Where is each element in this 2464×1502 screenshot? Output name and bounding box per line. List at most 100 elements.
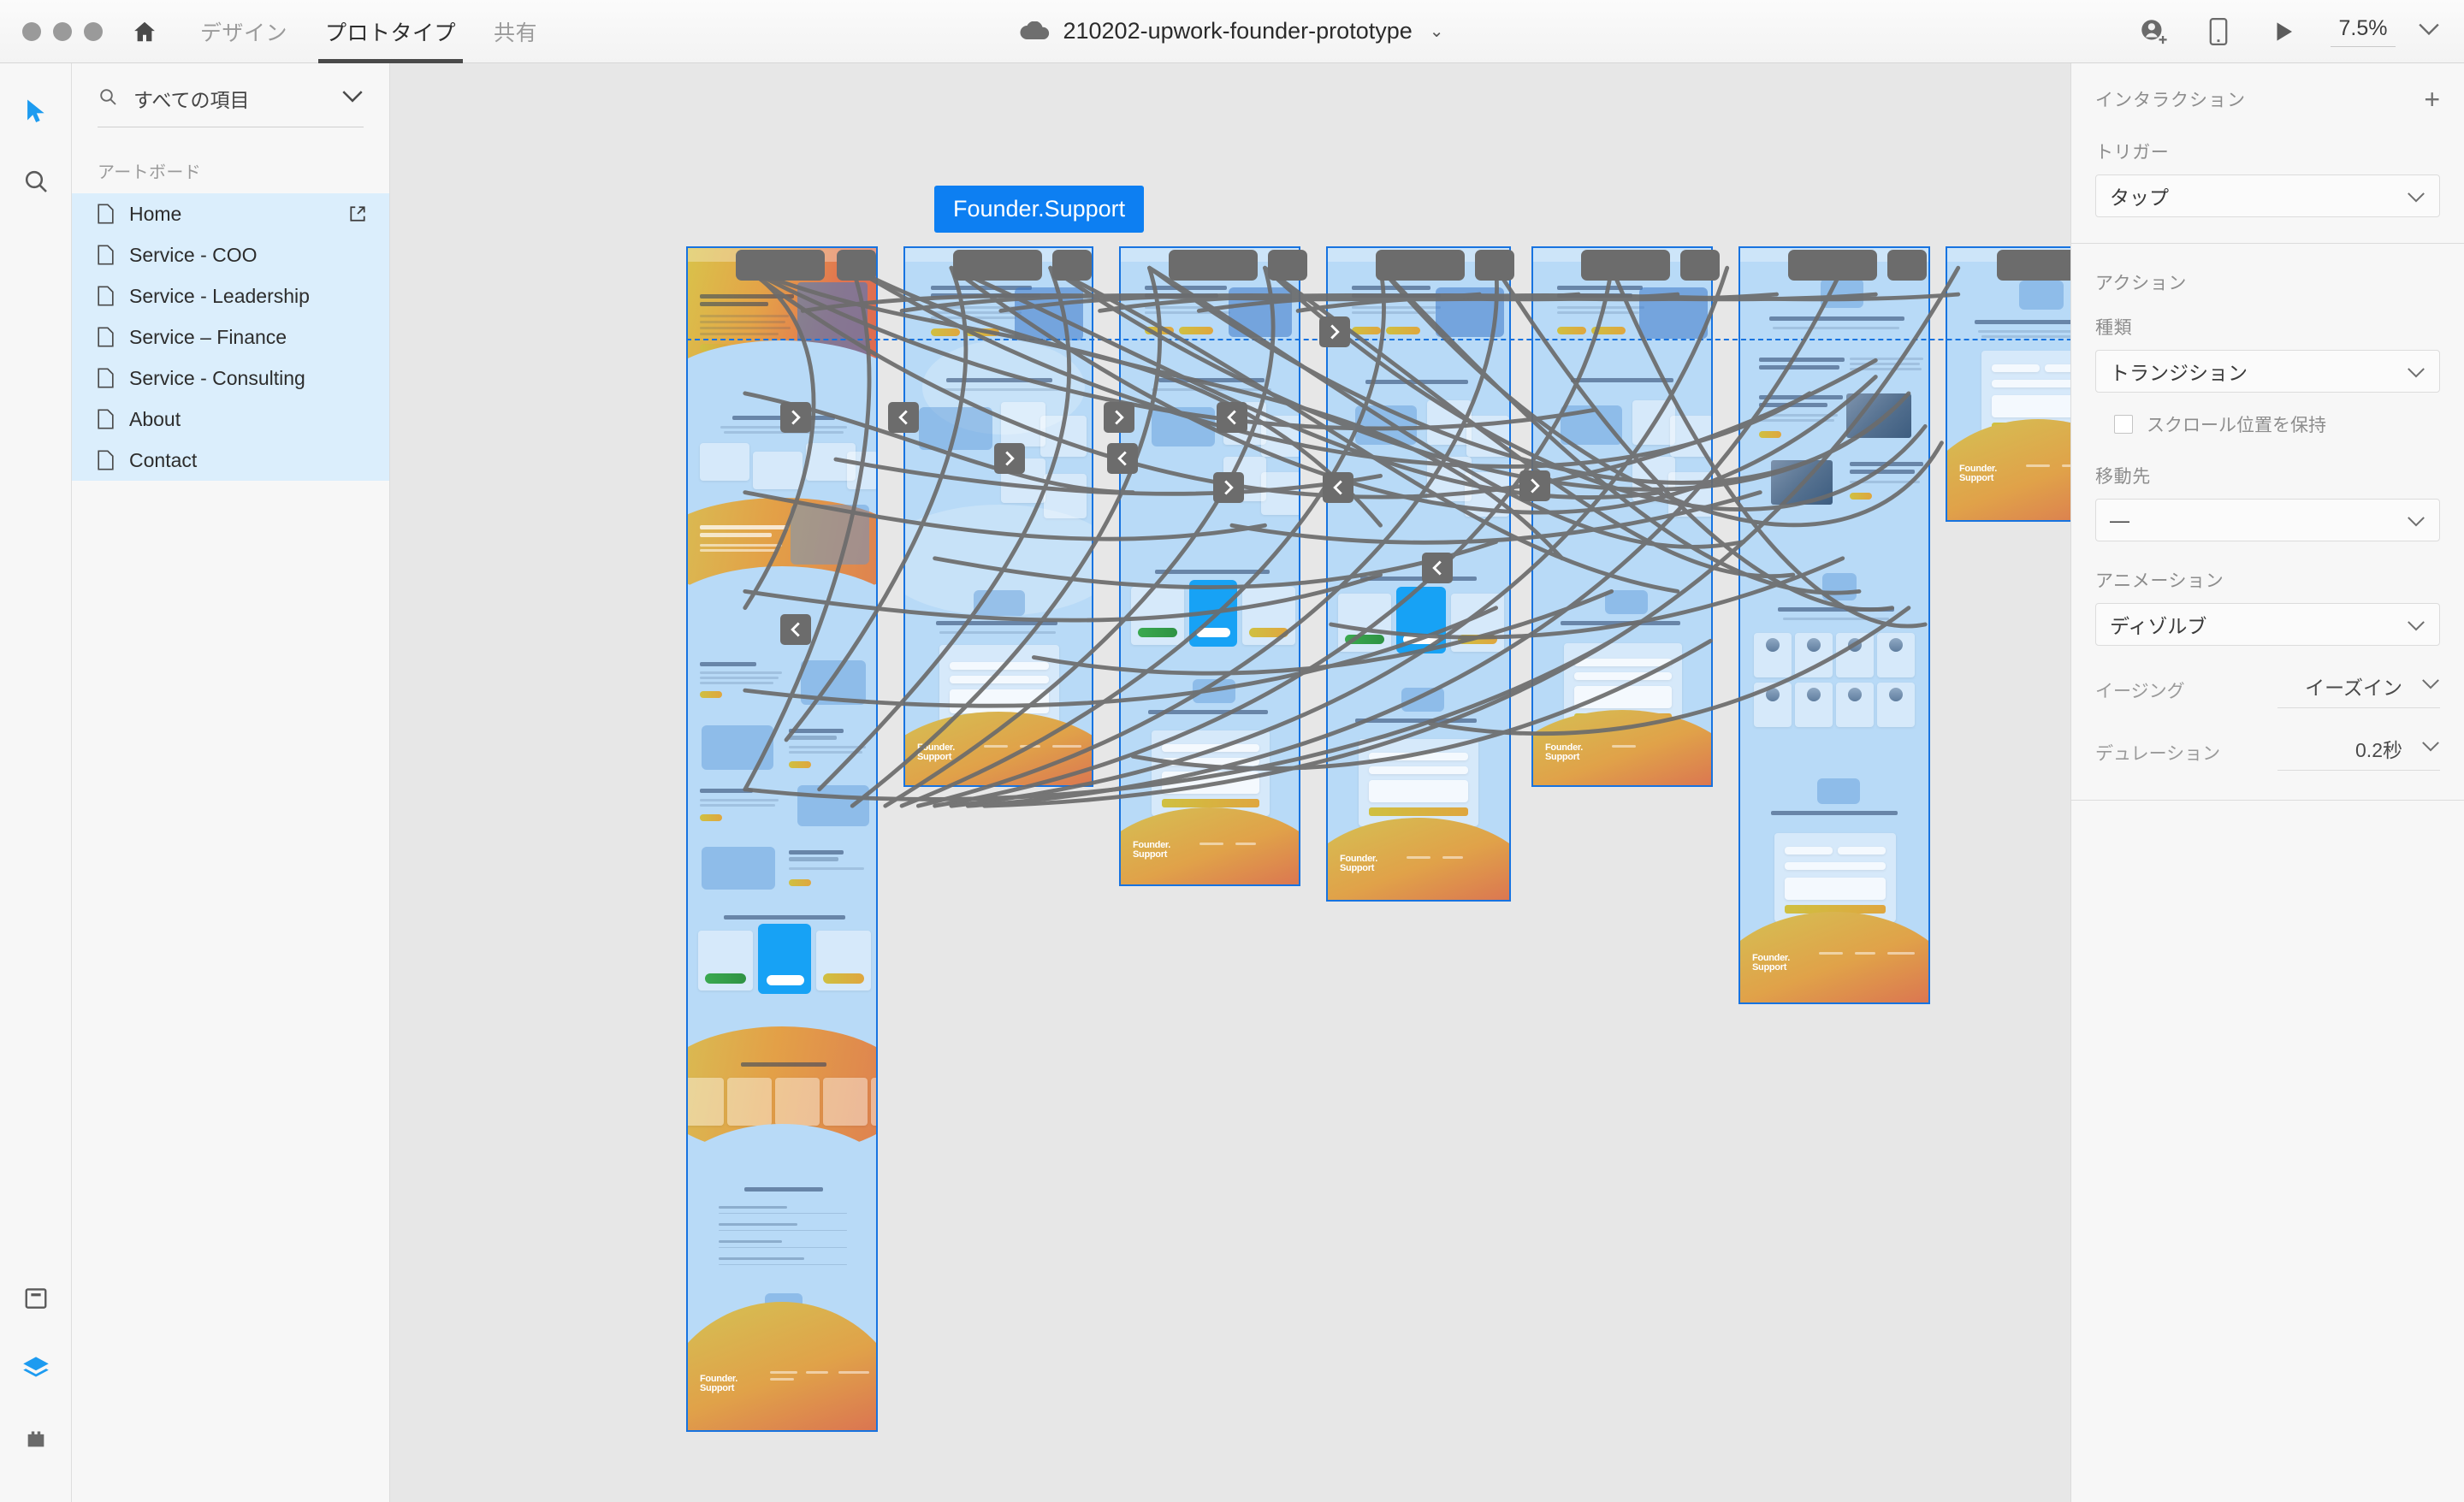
form-input[interactable]	[950, 662, 1049, 670]
info-card[interactable]	[1632, 400, 1675, 445]
pricing-cta-premium[interactable]	[1458, 635, 1497, 644]
design-canvas[interactable]: Founder.Support Founder. Support Founder…	[390, 63, 2070, 1502]
cta-1[interactable]	[1145, 327, 1174, 334]
info-card[interactable]	[1668, 472, 1711, 517]
service-card[interactable]	[753, 452, 803, 489]
wire-handle[interactable]	[1581, 250, 1670, 281]
wire-arrow-handle[interactable]	[1217, 402, 1247, 433]
testimonial-card[interactable]	[871, 1078, 876, 1126]
cta-2[interactable]	[1591, 327, 1626, 334]
form-textarea[interactable]	[1785, 878, 1886, 900]
document-title-group[interactable]: 210202-upwork-founder-prototype ⌄	[1020, 18, 1444, 44]
form-input[interactable]	[1992, 364, 2040, 372]
easing-row[interactable]: イージング イーズイン	[2071, 671, 2464, 708]
cta-2[interactable]	[1386, 327, 1420, 334]
artboard-service-finance[interactable]: Founder. Support	[1326, 246, 1511, 902]
artboard-list-item-service-finance[interactable]: Service – Finance	[72, 316, 389, 358]
type-select[interactable]: トランジション	[2095, 350, 2440, 393]
destination-select[interactable]: —	[2095, 499, 2440, 541]
info-card[interactable]	[1465, 472, 1509, 517]
form-input[interactable]	[1574, 672, 1672, 680]
artboard-list-item-contact[interactable]: Contact	[72, 440, 389, 481]
wire-handle[interactable]	[953, 250, 1042, 281]
form-textarea[interactable]	[950, 689, 1049, 713]
tab-prototype[interactable]: プロトタイプ	[306, 0, 475, 63]
artboard-list-item-home[interactable]: Home	[72, 193, 389, 234]
wire-handle[interactable]	[1268, 250, 1307, 281]
solutions-cta-b[interactable]	[1850, 493, 1872, 500]
zoom-tool-icon[interactable]	[12, 157, 60, 205]
pricing-cta-basic[interactable]	[1138, 628, 1177, 637]
testimonial-card[interactable]	[688, 1078, 724, 1126]
testimonial-card[interactable]	[823, 1078, 868, 1126]
form-submit-button[interactable]	[1369, 807, 1468, 816]
minimize-window-button[interactable]	[53, 21, 72, 41]
info-card[interactable]	[1261, 416, 1299, 457]
chevron-down-icon[interactable]	[2418, 22, 2440, 40]
info-card[interactable]	[1670, 416, 1711, 457]
maximize-window-button[interactable]	[84, 21, 103, 41]
info-card[interactable]	[1040, 416, 1087, 457]
info-card[interactable]	[1427, 400, 1472, 445]
wire-arrow-handle[interactable]	[1323, 472, 1353, 503]
trigger-select[interactable]: タップ	[2095, 174, 2440, 217]
wire-arrow-handle[interactable]	[1213, 472, 1244, 503]
artboard-list-item-about[interactable]: About	[72, 399, 389, 440]
form-input[interactable]	[2045, 364, 2070, 372]
form-input[interactable]	[1369, 753, 1468, 760]
wire-arrow-handle[interactable]	[994, 443, 1025, 474]
leadership-cta[interactable]	[789, 761, 811, 768]
wire-arrow-handle[interactable]	[888, 402, 919, 433]
duration-row[interactable]: デュレーション 0.2秒	[2071, 734, 2464, 771]
wire-arrow-handle[interactable]	[780, 614, 811, 645]
duration-control[interactable]: 0.2秒	[2277, 734, 2440, 771]
form-textarea[interactable]	[1992, 395, 2070, 417]
form-input[interactable]	[1838, 847, 1886, 854]
form-textarea[interactable]	[1574, 686, 1672, 708]
form-input[interactable]	[1162, 744, 1259, 752]
layer-filter-row[interactable]: すべての項目	[98, 84, 364, 127]
pricing-cta-featured[interactable]	[1196, 628, 1230, 637]
cta-2[interactable]	[965, 328, 999, 336]
form-textarea[interactable]	[1369, 780, 1468, 802]
form-input[interactable]	[1992, 380, 2070, 387]
cta-1[interactable]	[1352, 327, 1381, 334]
wire-handle[interactable]	[1052, 250, 1092, 281]
info-card[interactable]	[1466, 416, 1509, 457]
artboard-contact[interactable]: Founder. Support	[1946, 246, 2070, 522]
form-input[interactable]	[1785, 847, 1833, 854]
home-icon[interactable]	[127, 14, 163, 50]
form-input[interactable]	[1369, 766, 1468, 774]
chevron-down-icon[interactable]: ⌄	[1430, 21, 1444, 42]
finance-cta[interactable]	[700, 814, 722, 821]
cta-2[interactable]	[1179, 327, 1213, 334]
wire-handle[interactable]	[1376, 250, 1465, 281]
pricing-cta-featured[interactable]	[767, 975, 804, 985]
preserve-scroll-row[interactable]: スクロール位置を保持	[2071, 393, 2464, 437]
zoom-control[interactable]: 7.5%	[2331, 16, 2440, 47]
wire-arrow-handle[interactable]	[1422, 553, 1453, 583]
add-interaction-icon[interactable]: +	[2424, 86, 2440, 113]
artboard-service-coo[interactable]: Founder. Support	[903, 246, 1093, 787]
pricing-cta-premium[interactable]	[823, 973, 864, 984]
pricing-cta-basic[interactable]	[1345, 635, 1384, 644]
artboard-list-item-service-consulting[interactable]: Service - Consulting	[72, 358, 389, 399]
play-preview-icon[interactable]	[2266, 14, 2301, 50]
pricing-cta-basic[interactable]	[705, 973, 746, 984]
plugins-panel-icon[interactable]	[12, 1415, 60, 1463]
form-input[interactable]	[1785, 862, 1886, 870]
wire-handle[interactable]	[837, 250, 876, 281]
select-tool-icon[interactable]	[12, 87, 60, 135]
consulting-cta[interactable]	[789, 879, 811, 886]
wire-handle[interactable]	[1887, 250, 1927, 281]
info-card[interactable]	[1001, 402, 1045, 446]
pricing-cta-premium[interactable]	[1249, 628, 1288, 637]
layers-panel-icon[interactable]	[12, 1345, 60, 1393]
form-input[interactable]	[1574, 659, 1672, 666]
artboard-list-item-service-coo[interactable]: Service - COO	[72, 234, 389, 275]
wire-handle[interactable]	[736, 250, 825, 281]
invite-user-icon[interactable]	[2135, 14, 2171, 50]
artboard-service-consulting[interactable]: Founder. Support	[1531, 246, 1713, 787]
animation-select[interactable]: ディゾルブ	[2095, 603, 2440, 646]
wire-arrow-handle[interactable]	[1319, 316, 1350, 347]
